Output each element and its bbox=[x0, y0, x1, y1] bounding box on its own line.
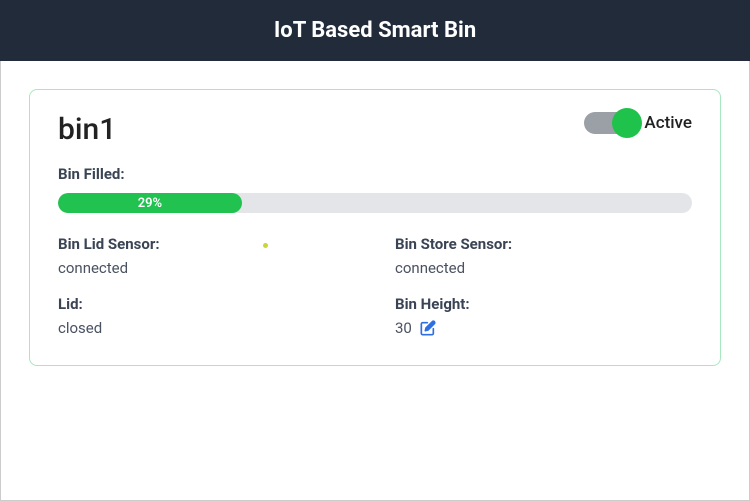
app-title: IoT Based Smart Bin bbox=[274, 18, 476, 43]
store-sensor-label: Bin Store Sensor: bbox=[395, 235, 692, 253]
info-grid: Bin Lid Sensor: connected Bin Store Sens… bbox=[58, 235, 692, 337]
toggle-label: Active bbox=[644, 113, 692, 133]
fill-percent-text: 29% bbox=[138, 196, 162, 211]
status-dot-icon bbox=[263, 243, 268, 248]
height-cell: Bin Height: 30 bbox=[395, 295, 692, 337]
store-sensor-cell: Bin Store Sensor: connected bbox=[395, 235, 692, 277]
lid-sensor-label: Bin Lid Sensor: bbox=[58, 235, 355, 253]
lid-cell: Lid: closed bbox=[58, 295, 355, 337]
fill-progress-bar: 29% bbox=[58, 193, 692, 213]
toggle-knob bbox=[612, 108, 642, 138]
lid-value: closed bbox=[58, 319, 355, 337]
height-value: 30 bbox=[395, 319, 412, 337]
active-toggle-wrap: Active bbox=[584, 112, 692, 134]
lid-label: Lid: bbox=[58, 295, 355, 313]
height-value-row: 30 bbox=[395, 319, 692, 337]
fill-label: Bin Filled: bbox=[58, 165, 692, 183]
card-header: bin1 Active bbox=[58, 112, 692, 147]
active-toggle[interactable] bbox=[584, 112, 636, 134]
edit-icon[interactable] bbox=[420, 320, 436, 336]
bin-card: bin1 Active Bin Filled: 29% Bin Lid Sens… bbox=[29, 89, 721, 366]
lid-sensor-value: connected bbox=[58, 259, 355, 277]
bin-name: bin1 bbox=[58, 112, 116, 147]
app-header: IoT Based Smart Bin bbox=[0, 0, 750, 61]
lid-sensor-cell: Bin Lid Sensor: connected bbox=[58, 235, 355, 277]
main-container: bin1 Active Bin Filled: 29% Bin Lid Sens… bbox=[0, 61, 750, 501]
store-sensor-value: connected bbox=[395, 259, 692, 277]
height-label: Bin Height: bbox=[395, 295, 692, 313]
fill-progress-fill: 29% bbox=[58, 193, 242, 213]
